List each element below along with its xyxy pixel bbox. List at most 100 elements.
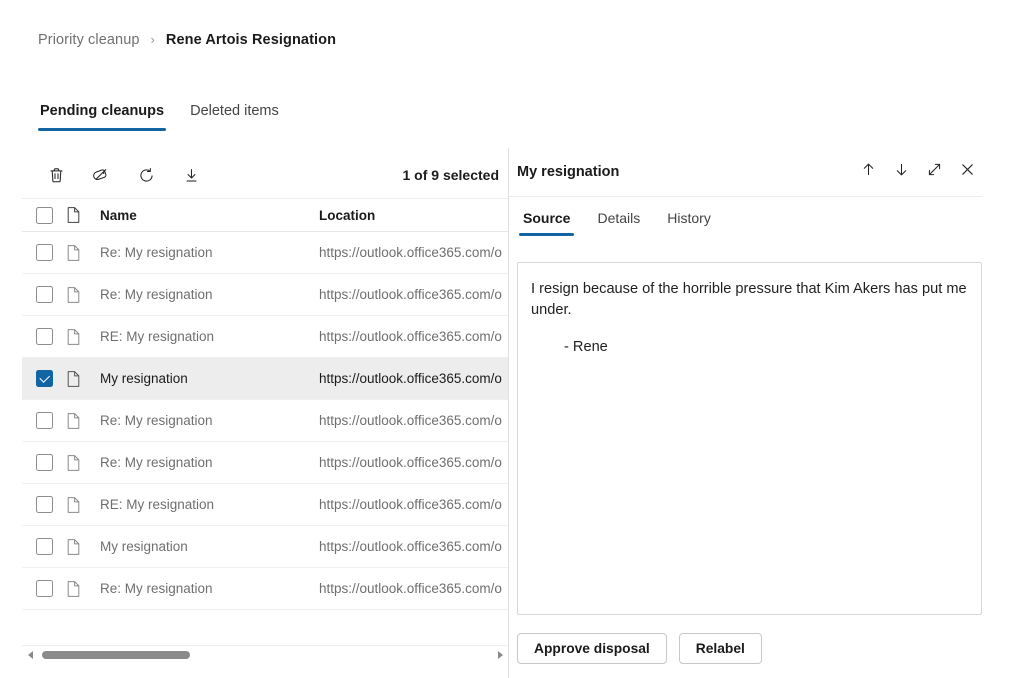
row-checkbox-cell[interactable]	[22, 496, 66, 513]
row-location: https://outlook.office365.com/o	[319, 329, 502, 344]
close-icon	[959, 161, 976, 183]
row-location: https://outlook.office365.com/o	[319, 581, 502, 596]
file-icon	[66, 580, 100, 598]
row-checkbox-cell[interactable]	[22, 328, 66, 345]
close-button[interactable]	[952, 157, 982, 187]
table-row[interactable]: RE: My resignation https://outlook.offic…	[22, 484, 508, 526]
row-location: https://outlook.office365.com/o	[319, 497, 502, 512]
column-header-name[interactable]: Name	[100, 208, 319, 223]
row-checkbox-cell[interactable]	[22, 580, 66, 597]
arrow-up-icon	[860, 161, 877, 183]
download-button[interactable]	[173, 158, 209, 192]
row-location: https://outlook.office365.com/o	[319, 455, 502, 470]
list-horizontal-scrollbar[interactable]	[22, 645, 508, 663]
breadcrumb-current-page: Rene Artois Resignation	[165, 32, 337, 48]
row-name: My resignation	[100, 539, 188, 554]
tab-source[interactable]: Source	[519, 207, 575, 236]
main-tab-list: Pending cleanups Deleted items	[38, 101, 281, 131]
remove-label-button[interactable]	[83, 158, 119, 192]
row-checkbox[interactable]	[35, 454, 53, 471]
source-content-box: I resign because of the horrible pressur…	[517, 262, 982, 615]
tab-pending-cleanups[interactable]: Pending cleanups	[38, 101, 167, 131]
panel-action-buttons	[853, 157, 982, 187]
select-all-checkbox-cell[interactable]	[22, 206, 66, 224]
scrollbar-track[interactable]	[38, 646, 492, 664]
table-row[interactable]: Re: My resignation https://outlook.offic…	[22, 400, 508, 442]
table-row[interactable]: Re: My resignation https://outlook.offic…	[22, 232, 508, 274]
panel-footer: Approve disposal Relabel	[517, 633, 762, 664]
approve-disposal-button[interactable]: Approve disposal	[517, 633, 667, 664]
row-checkbox-cell[interactable]	[22, 538, 66, 555]
column-header-location[interactable]: Location	[319, 208, 508, 223]
refresh-button[interactable]	[128, 158, 164, 192]
row-name: RE: My resignation	[100, 329, 215, 344]
row-location: https://outlook.office365.com/o	[319, 287, 502, 302]
selection-status: 1 of 9 selected	[402, 167, 500, 183]
tab-history-label: History	[667, 210, 711, 226]
row-checkbox-cell[interactable]	[22, 454, 66, 471]
row-checkbox[interactable]	[35, 580, 53, 597]
row-name: Re: My resignation	[100, 581, 213, 596]
tab-deleted-items-label: Deleted items	[190, 103, 279, 119]
table-row[interactable]: Re: My resignation https://outlook.offic…	[22, 568, 508, 610]
row-checkbox[interactable]	[35, 244, 53, 261]
file-icon	[66, 538, 100, 556]
tab-details[interactable]: Details	[593, 207, 644, 236]
breadcrumb-root-link[interactable]: Priority cleanup	[38, 32, 140, 48]
file-icon	[66, 412, 100, 430]
row-checkbox-cell[interactable]	[22, 412, 66, 429]
row-checkbox-cell[interactable]	[22, 286, 66, 303]
scroll-left-arrow-icon[interactable]	[22, 646, 38, 664]
refresh-icon	[137, 166, 156, 185]
list-column-header: Name Location	[22, 198, 508, 232]
row-checkbox-cell[interactable]	[22, 244, 66, 261]
table-row-selected[interactable]: My resignation https://outlook.office365…	[22, 358, 508, 400]
breadcrumb: Priority cleanup › Rene Artois Resignati…	[38, 32, 336, 48]
expand-diagonal-icon	[926, 161, 943, 183]
table-row[interactable]: Re: My resignation https://outlook.offic…	[22, 442, 508, 484]
relabel-button[interactable]: Relabel	[678, 633, 762, 664]
row-location: https://outlook.office365.com/o	[319, 413, 502, 428]
file-icon	[66, 370, 100, 388]
row-location: https://outlook.office365.com/o	[319, 371, 502, 386]
list-command-bar: 1 of 9 selected	[38, 152, 500, 198]
item-detail-panel: My resignation Source Details History I …	[508, 148, 1024, 678]
file-icon	[66, 328, 100, 346]
row-checkbox[interactable]	[35, 370, 53, 387]
row-name: Re: My resignation	[100, 413, 213, 428]
arrow-down-icon	[893, 161, 910, 183]
table-row[interactable]: My resignation https://outlook.office365…	[22, 526, 508, 568]
next-item-button[interactable]	[886, 157, 916, 187]
row-checkbox-cell[interactable]	[22, 370, 66, 387]
cleanup-list-area: 1 of 9 selected Name Location Re: My res…	[0, 152, 508, 678]
row-name: Re: My resignation	[100, 455, 213, 470]
file-icon	[66, 244, 100, 262]
select-all-checkbox[interactable]	[35, 206, 53, 224]
source-body-text: I resign because of the horrible pressur…	[531, 281, 967, 318]
row-checkbox[interactable]	[35, 412, 53, 429]
scrollbar-thumb[interactable]	[42, 650, 190, 659]
panel-header: My resignation	[509, 148, 982, 197]
scroll-right-arrow-icon[interactable]	[492, 646, 508, 664]
source-signature: - Rene	[564, 339, 608, 356]
row-checkbox[interactable]	[35, 496, 53, 513]
row-name: RE: My resignation	[100, 497, 215, 512]
row-name: Re: My resignation	[100, 245, 213, 260]
tab-deleted-items[interactable]: Deleted items	[188, 101, 281, 131]
row-location: https://outlook.office365.com/o	[319, 539, 502, 554]
tag-slash-icon	[91, 165, 111, 185]
breadcrumb-separator-icon: ›	[150, 31, 155, 47]
row-checkbox[interactable]	[35, 328, 53, 345]
delete-button[interactable]	[38, 158, 74, 192]
row-checkbox[interactable]	[35, 538, 53, 555]
table-row[interactable]: RE: My resignation https://outlook.offic…	[22, 316, 508, 358]
table-row[interactable]: Re: My resignation https://outlook.offic…	[22, 274, 508, 316]
previous-item-button[interactable]	[853, 157, 883, 187]
download-icon	[182, 166, 201, 185]
expand-button[interactable]	[919, 157, 949, 187]
file-icon	[66, 286, 100, 304]
tab-history[interactable]: History	[663, 207, 715, 236]
row-checkbox[interactable]	[35, 286, 53, 303]
trash-icon	[47, 166, 66, 185]
row-name: My resignation	[100, 371, 188, 386]
